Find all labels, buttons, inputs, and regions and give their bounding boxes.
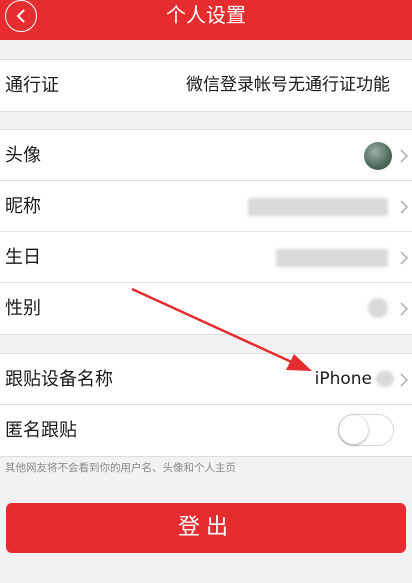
pass-value: 微信登录帐号无通行证功能 [186, 75, 390, 95]
gender-label: 性别 [5, 298, 41, 319]
anonymous-row: 匿名跟贴 [0, 405, 412, 456]
toggle-knob [339, 415, 368, 444]
nickname-label: 昵称 [5, 196, 41, 217]
gender-value-redacted [368, 298, 388, 318]
anonymous-footnote: 其他网友将不会看到你的用户名、头像和个人主页 [5, 462, 236, 474]
birthday-row[interactable]: 生日 [0, 232, 412, 283]
avatar [364, 142, 392, 170]
pass-label: 通行证 [5, 75, 59, 96]
chevron-right-icon [400, 302, 408, 316]
page-title: 个人设置 [166, 3, 246, 27]
device-name-suffix-redacted [376, 371, 394, 387]
top-bar: 个人设置 [0, 0, 412, 40]
device-group: 跟贴设备名称 iPhone 匿名跟贴 [0, 353, 412, 457]
gender-row[interactable]: 性别 [0, 283, 412, 334]
logout-button[interactable]: 登出 [6, 503, 406, 553]
avatar-label: 头像 [5, 145, 41, 166]
anonymous-label: 匿名跟贴 [5, 420, 77, 441]
anonymous-toggle[interactable] [338, 414, 394, 446]
chevron-right-icon [400, 149, 408, 163]
birthday-label: 生日 [5, 247, 41, 268]
avatar-row[interactable]: 头像 [0, 130, 412, 181]
chevron-right-icon [400, 200, 408, 214]
device-name-value: iPhone [314, 369, 372, 389]
device-name-label: 跟贴设备名称 [5, 369, 113, 390]
chevron-right-icon [400, 373, 408, 387]
birthday-value-redacted [276, 249, 388, 267]
nickname-row[interactable]: 昵称 [0, 181, 412, 232]
nickname-value-redacted [248, 198, 388, 216]
pass-group: 通行证 微信登录帐号无通行证功能 [0, 59, 412, 112]
device-name-row[interactable]: 跟贴设备名称 iPhone [0, 354, 412, 405]
profile-group: 头像 昵称 生日 性别 [0, 129, 412, 335]
pass-row: 通行证 微信登录帐号无通行证功能 [0, 60, 412, 111]
chevron-right-icon [400, 251, 408, 265]
